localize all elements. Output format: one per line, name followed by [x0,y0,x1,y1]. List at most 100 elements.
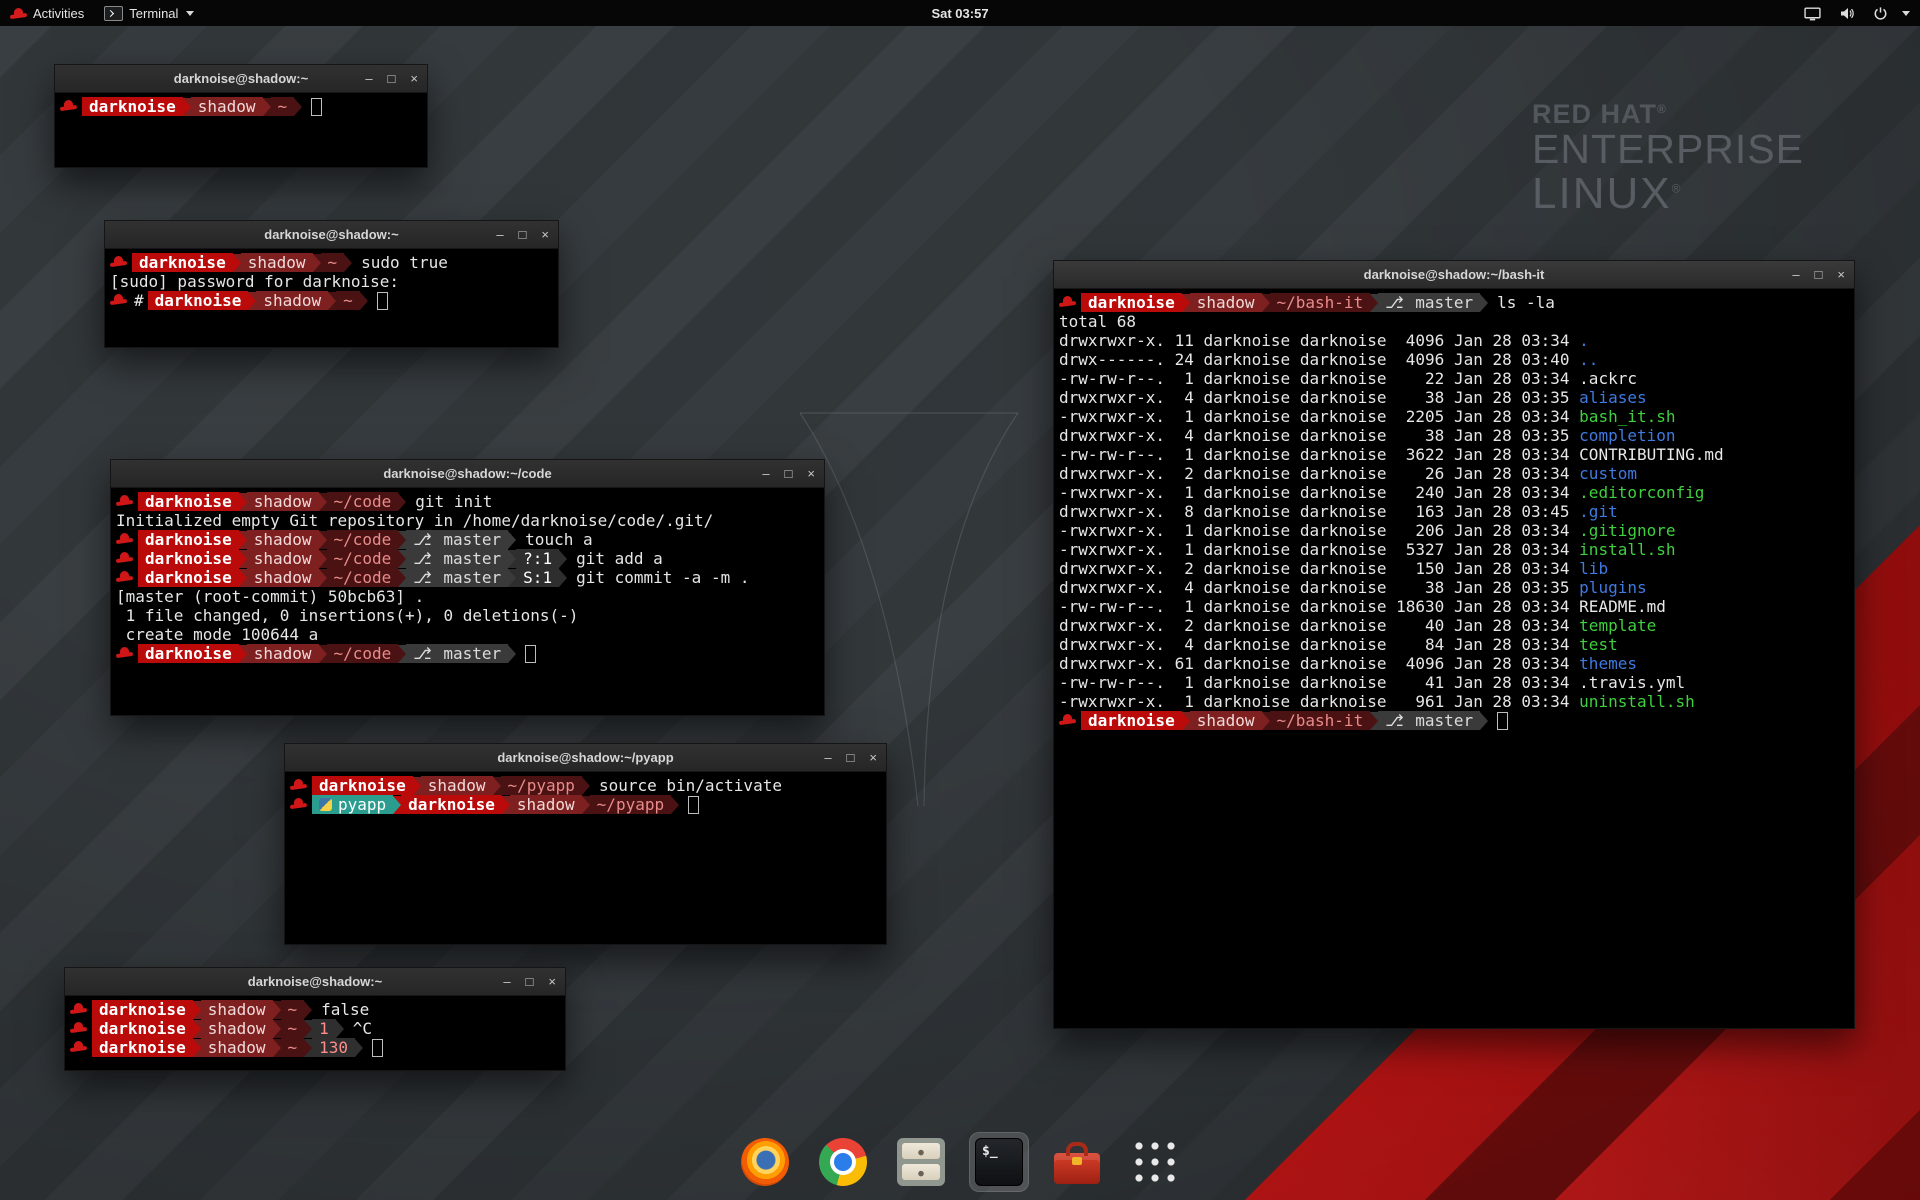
chrome-icon [819,1138,867,1186]
maximize-button[interactable]: □ [526,975,534,988]
terminal-window-w6: darknoise@shadow:~/bash-it–□×darknoisesh… [1053,260,1855,1029]
segment-text: darknoise [145,644,232,663]
minimize-button[interactable]: – [503,975,510,988]
window-buttons: – □ × [503,968,556,995]
redhat-logo-icon [10,7,27,20]
minimize-button[interactable]: – [365,72,372,85]
maximize-button[interactable]: □ [785,467,793,480]
window-titlebar[interactable]: darknoise@shadow:~/code–□× [111,460,824,488]
dock-item-chrome[interactable] [813,1132,873,1192]
file-name: completion [1579,426,1675,445]
dock-item-app-grid[interactable] [1125,1132,1185,1192]
segment-text: darknoise [145,530,232,549]
powerline-arrow [294,98,302,116]
terminal-line: darknoiseshadow~sudo true [110,253,553,272]
close-button[interactable]: × [541,228,549,241]
window-titlebar[interactable]: darknoise@shadow:~–□× [105,221,558,249]
powerline-arrow [233,254,241,272]
segment-text: darknoise [99,1019,186,1038]
volume-icon [1839,6,1855,21]
prompt-segment-git: ⎇ master [406,530,508,549]
terminal-line: Initialized empty Git repository in /hom… [116,511,819,530]
prompt-segment-path: ~ [336,291,360,310]
segment-text: shadow [1197,293,1255,312]
terminal-line: darknoiseshadow~1^C [70,1019,560,1038]
window-titlebar[interactable]: darknoise@shadow:~/pyapp–□× [285,744,886,772]
powerline-arrow [398,550,406,568]
git-branch-icon: ⎇ [413,568,441,587]
prompt-segment-user: darknoise [1081,293,1182,312]
terminal-content[interactable]: darknoiseshadow~sudo true[sudo] password… [105,249,558,314]
dock-item-firefox[interactable] [735,1132,795,1192]
powerline-arrow [1262,712,1270,730]
file-name: CONTRIBUTING.md [1579,445,1724,464]
powerline-arrow [559,569,567,587]
powerline-arrow [319,550,327,568]
segment-text: pyapp [338,795,386,814]
terminal-content[interactable]: darknoiseshadow~ [55,93,427,120]
prompt-segment-host: shadow [1190,293,1262,312]
dock-item-files[interactable] [891,1132,951,1192]
powerline-arrow [239,645,247,663]
powerline-arrow [183,98,191,116]
close-button[interactable]: × [1837,268,1845,281]
prompt-segment-git: ⎇ master [1378,711,1480,730]
terminal-line: drwx------. 24 darknoise darknoise 4096 … [1059,350,1849,369]
terminal-content[interactable]: darknoiseshadow~/codegit initInitialized… [111,488,824,667]
prompt-segment-user: darknoise [92,1000,193,1019]
file-name: .travis.yml [1579,673,1685,692]
terminal-cursor [525,645,536,663]
file-name: lib [1579,559,1608,578]
powerline-arrow [319,493,327,511]
minimize-button[interactable]: – [762,467,769,480]
close-button[interactable]: × [410,72,418,85]
segment-text: ~/pyapp [508,776,575,795]
minimize-button[interactable]: – [1792,268,1799,281]
powerline-arrow [319,531,327,549]
powerline-arrow [1182,712,1190,730]
terminal-content[interactable]: darknoiseshadow~falsedarknoiseshadow~1^C… [65,996,565,1061]
window-titlebar[interactable]: darknoise@shadow:~–□× [65,968,565,996]
terminal-content[interactable]: darknoiseshadow~/bash-it⎇ masterls -lato… [1054,289,1854,734]
powerline-arrow [398,531,406,549]
dock-item-toolbox[interactable] [1047,1132,1107,1192]
terminal-line: darknoiseshadow~130 [70,1038,560,1057]
activities-button[interactable]: Activities [0,0,94,26]
segment-text: ~ [278,97,288,116]
maximize-button[interactable]: □ [847,751,855,764]
terminal-content[interactable]: darknoiseshadow~/pyappsource bin/activat… [285,772,886,818]
git-branch-icon: ⎇ [413,549,441,568]
window-titlebar[interactable]: darknoise@shadow:~–□× [55,65,427,93]
maximize-button[interactable]: □ [1815,268,1823,281]
powerline-arrow [273,1020,281,1038]
close-button[interactable]: × [869,751,877,764]
powerline-arrow [398,493,406,511]
minimize-button[interactable]: – [496,228,503,241]
app-menu[interactable]: Terminal [94,0,204,26]
file-meta: drwxrwxr-x. 4 darknoise darknoise 84 Jan… [1059,635,1579,654]
file-name: README.md [1579,597,1666,616]
terminal-line: -rwxrwxr-x. 1 darknoise darknoise 2205 J… [1059,407,1849,426]
clock[interactable]: Sat 03:57 [921,0,998,26]
redhat-prompt-icon [116,495,133,508]
output-text: Initialized empty Git repository in /hom… [116,511,713,530]
terminal-window-w4: darknoise@shadow:~/pyapp–□×darknoiseshad… [284,743,887,945]
powerline-arrow [313,254,321,272]
prompt-segment-git: ⎇ master [406,568,508,587]
file-name: plugins [1579,578,1646,597]
close-button[interactable]: × [807,467,815,480]
system-menu[interactable] [1788,0,1920,26]
window-titlebar[interactable]: darknoise@shadow:~/bash-it–□× [1054,261,1854,289]
minimize-button[interactable]: – [824,751,831,764]
powerline-arrow [493,777,501,795]
segment-text: shadow [208,1000,266,1019]
maximize-button[interactable]: □ [388,72,396,85]
close-button[interactable]: × [548,975,556,988]
terminal-line: darknoiseshadow~/code⎇ master [116,644,819,663]
maximize-button[interactable]: □ [519,228,527,241]
redhat-prompt-icon [110,256,127,269]
segment-text: ~ [343,291,353,310]
file-name: themes [1579,654,1637,673]
dock-item-terminal[interactable]: $_ [969,1132,1029,1192]
segment-text: shadow [248,253,306,272]
